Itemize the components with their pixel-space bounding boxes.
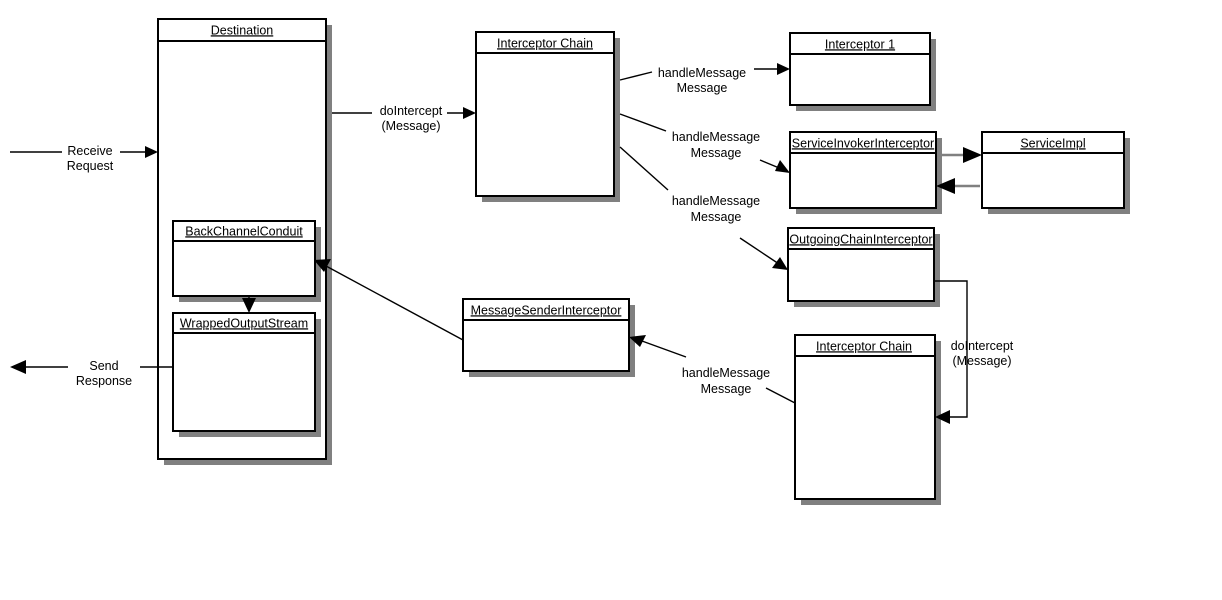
edge-label-line2: Response: [76, 374, 132, 388]
edge-label-line1: doIntercept: [380, 104, 443, 118]
edge-segment: [641, 340, 687, 358]
box-body: [172, 312, 316, 432]
edge-label-line1: handleMessage: [682, 366, 770, 380]
uml-box-interceptor-chain-bottom[interactable]: Interceptor Chain: [794, 334, 941, 505]
edge-label-line2: Message: [677, 81, 728, 95]
uml-box-title: Destination: [211, 23, 274, 37]
arrowhead-icon: [777, 63, 790, 75]
diagram-canvas: Destination BackChannelConduit WrappedOu…: [0, 0, 1222, 600]
uml-box-title: ServiceInvokerInterceptor: [792, 136, 934, 150]
uml-box-title: OutgoingChainInterceptor: [789, 232, 932, 246]
uml-box-title: Interceptor 1: [825, 37, 895, 51]
edge-label-handle-message-1: handleMessage Message: [658, 66, 746, 95]
uml-box-back-channel-conduit[interactable]: BackChannelConduit: [172, 220, 321, 302]
edge-segment: [619, 146, 669, 191]
connection-invoker-to-impl: [938, 147, 982, 163]
edge-segment: [765, 387, 796, 404]
uml-box-title: ServiceImpl: [1020, 136, 1085, 150]
edge-label-do-intercept-top: doIntercept (Message): [380, 104, 443, 133]
edge-label-receive-request: Receive Request: [67, 144, 114, 173]
edge-label-line1: handleMessage: [672, 130, 760, 144]
uml-box-service-impl[interactable]: ServiceImpl: [981, 131, 1130, 214]
edge-label-line1: Receive: [67, 144, 112, 158]
edge-label-do-intercept-bottom: doIntercept (Message): [951, 339, 1014, 368]
edge-segment: [619, 71, 653, 81]
connection-chain-to-outgoing: [619, 146, 788, 270]
edge-label-handle-message-2: handleMessage Message: [672, 130, 760, 160]
uml-box-title: WrappedOutputStream: [180, 316, 308, 330]
edge-label-line2: Message: [691, 146, 742, 160]
edge-segment: [325, 265, 464, 341]
edge-label-handle-message-3: handleMessage Message: [672, 194, 760, 224]
edge-label-handle-message-4: handleMessage Message: [682, 366, 770, 396]
arrowhead-icon: [463, 107, 476, 119]
uml-box-message-sender-interceptor[interactable]: MessageSenderInterceptor: [462, 298, 635, 377]
uml-box-service-invoker-interceptor[interactable]: ServiceInvokerInterceptor: [789, 131, 942, 214]
edge-label-line1: doIntercept: [951, 339, 1014, 353]
edge-label-line2: Request: [67, 159, 114, 173]
uml-box-title: Interceptor Chain: [497, 36, 593, 50]
edge-label-line1: handleMessage: [658, 66, 746, 80]
uml-box-outgoing-chain-interceptor[interactable]: OutgoingChainInterceptor: [787, 227, 940, 307]
arrowhead-icon: [10, 360, 26, 374]
uml-box-interceptor-1[interactable]: Interceptor 1: [789, 32, 936, 111]
arrowhead-icon: [963, 147, 982, 163]
uml-box-wrapped-output-stream[interactable]: WrappedOutputStream: [172, 312, 321, 437]
connection-sender-to-back-channel: [314, 259, 464, 341]
uml-diagram: Destination BackChannelConduit WrappedOu…: [10, 18, 1130, 505]
edge-label-line2: (Message): [381, 119, 440, 133]
edge-label-line1: Send: [89, 359, 118, 373]
edge-segment: [619, 113, 667, 132]
edge-label-line1: handleMessage: [672, 194, 760, 208]
box-body: [794, 334, 936, 500]
edge-label-line2: (Message): [952, 354, 1011, 368]
box-body: [475, 31, 615, 197]
edge-label-line2: Message: [701, 382, 752, 396]
arrowhead-icon: [775, 160, 790, 173]
uml-box-title: Interceptor Chain: [816, 339, 912, 353]
arrowhead-icon: [772, 257, 788, 270]
edge-label-line2: Message: [691, 210, 742, 224]
uml-box-interceptor-chain-top[interactable]: Interceptor Chain: [475, 31, 620, 202]
edge-label-send-response: Send Response: [76, 359, 132, 388]
uml-box-title: BackChannelConduit: [185, 224, 303, 238]
edge-segment: [739, 237, 783, 267]
connection-impl-to-invoker: [936, 178, 980, 194]
arrowhead-icon: [145, 146, 158, 158]
uml-box-title: MessageSenderInterceptor: [471, 303, 622, 317]
